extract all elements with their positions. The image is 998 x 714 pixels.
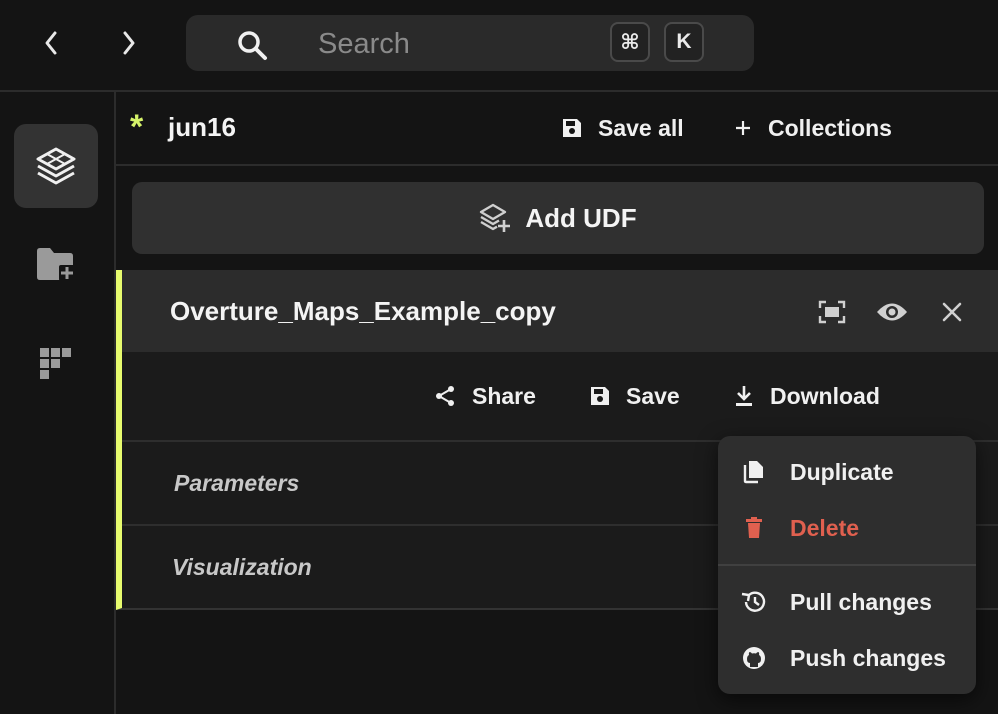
menu-item-duplicate[interactable]: Duplicate (718, 446, 976, 498)
chevron-left-icon (45, 31, 57, 55)
delete-label: Delete (790, 514, 860, 541)
back-button[interactable] (34, 26, 68, 60)
save-label: Save (626, 382, 680, 409)
layers-icon (36, 147, 76, 185)
share-button[interactable]: Share (434, 374, 536, 418)
udf-title: Overture_Maps_Example_copy (170, 296, 556, 326)
add-collection-button[interactable]: Collections (734, 106, 892, 150)
udf-actions-bar: Share Save Download (122, 352, 998, 442)
header-more-button[interactable] (948, 106, 964, 150)
duplicate-label: Duplicate (790, 458, 894, 485)
udf-panel-header[interactable]: Overture_Maps_Example_copy (122, 270, 998, 352)
layers-add-icon (480, 203, 511, 232)
visibility-toggle[interactable] (874, 294, 910, 330)
menu-item-push-changes[interactable]: Push changes (718, 632, 976, 684)
download-label: Download (770, 382, 880, 409)
save-icon (591, 387, 609, 405)
pull-changes-label: Pull changes (790, 588, 932, 615)
project-name: jun16 (168, 112, 236, 142)
add-udf-label: Add UDF (525, 202, 637, 233)
search-icon (236, 29, 268, 61)
rail-new-folder-button[interactable] (14, 222, 98, 306)
top-bar: ⌘ K (0, 0, 998, 92)
fit-screen-icon (818, 300, 846, 324)
close-icon (942, 302, 962, 322)
download-icon (736, 386, 752, 406)
search-input[interactable] (316, 25, 620, 63)
push-changes-label: Push changes (790, 644, 946, 671)
search-bar[interactable]: ⌘ K (186, 15, 754, 71)
save-all-button[interactable]: Save all (562, 106, 684, 150)
menu-item-pull-changes[interactable]: Pull changes (718, 576, 976, 628)
parameters-label: Parameters (174, 470, 300, 496)
udf-more-menu: Duplicate Delete Pull changes Push chang… (718, 436, 976, 694)
unsaved-indicator: * (130, 108, 144, 146)
folder-add-icon (37, 248, 75, 281)
chevron-right-icon (123, 31, 135, 55)
shortcut-key-k: K (664, 22, 704, 62)
history-icon (718, 590, 790, 614)
grid-blocks-icon (40, 348, 71, 379)
visualization-label: Visualization (172, 554, 312, 580)
close-udf-button[interactable] (934, 294, 970, 330)
plus-icon (736, 121, 750, 135)
share-label: Share (472, 382, 536, 409)
menu-item-delete[interactable]: Delete (718, 502, 976, 554)
rail-layers-button[interactable] (14, 124, 98, 208)
menu-divider (718, 564, 976, 566)
collections-label: Collections (768, 114, 892, 141)
download-button[interactable]: Download (734, 374, 880, 418)
udf-more-button[interactable] (944, 374, 960, 418)
add-udf-button[interactable]: Add UDF (132, 182, 984, 254)
save-all-label: Save all (598, 114, 684, 141)
shortcut-key-cmd: ⌘ (610, 22, 650, 62)
trash-icon (718, 517, 790, 539)
save-icon (563, 119, 581, 137)
save-udf-button[interactable]: Save (590, 374, 680, 418)
github-icon (718, 646, 790, 670)
eye-icon (877, 303, 907, 321)
rail-blocks-button[interactable] (14, 322, 98, 406)
project-header: * jun16 Save all Collections (116, 92, 998, 166)
focus-button[interactable] (814, 294, 850, 330)
share-icon (436, 386, 454, 406)
left-rail (0, 92, 116, 714)
duplicate-icon (718, 460, 790, 484)
forward-button[interactable] (112, 26, 146, 60)
